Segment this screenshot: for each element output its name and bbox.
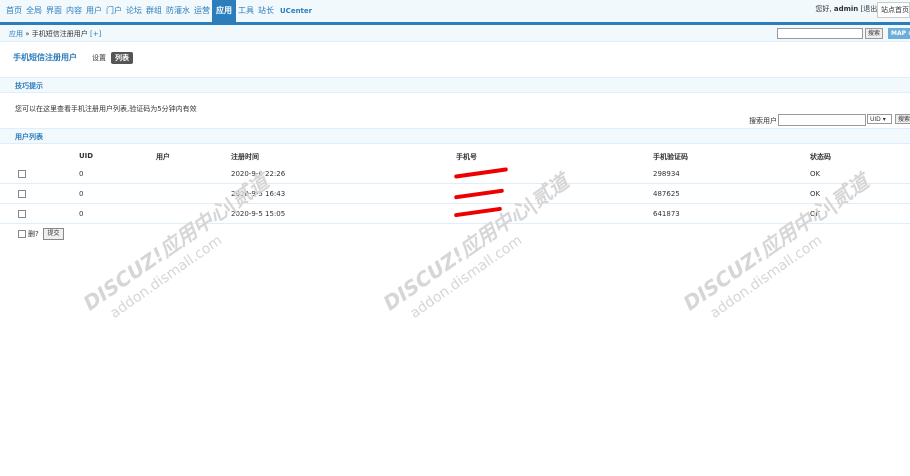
row-checkbox[interactable] [18,170,26,178]
site-home-button[interactable]: 站点首页 [877,2,910,18]
breadcrumb: 应用 » 手机短信注册用户 [+] [9,29,101,39]
nav-item-1[interactable]: 全局 [24,0,44,22]
watermark-line2: addon.dismall.com [107,233,225,322]
watermark-line2: addon.dismall.com [707,233,825,322]
nav-item-7[interactable]: 群组 [144,0,164,22]
user-list-section-header: 用户列表 [0,128,910,144]
time-cell: 2020-9-5 15:05 [231,210,286,218]
redacted-phone-mark [453,206,503,218]
tips-title: 技巧提示 [15,82,43,90]
table-row: 0 2020-9-5 16:43 487625 OK [0,184,910,204]
tips-section-header: 技巧提示 [0,77,910,93]
nav-item-0[interactable]: 首页 [4,0,24,22]
redacted-phone-mark [453,167,509,179]
uid-cell: 0 [79,190,84,198]
nav-item-5[interactable]: 门户 [104,0,124,22]
redacted-phone-mark [453,188,505,200]
breadcrumb-bar: 应用 » 手机短信注册用户 [+] 搜索 MAP ⊕ [0,25,910,42]
user-list-title: 用户列表 [15,133,43,141]
nav-item-2[interactable]: 界面 [44,0,64,22]
status-cell: OK [810,210,821,218]
uid-cell: 0 [79,170,84,178]
search-type-select[interactable]: UID ▾ [867,114,892,124]
column-header-uid: UID [79,152,94,160]
top-navigation-bar: 首页 全局 界面 内容 用户 门户 论坛 群组 防灌水 运营 应用 工具 站长 UCenter 您好, a… [0,0,910,25]
nav-item-8[interactable]: 防灌水 [164,0,192,22]
code-cell: 641873 [653,210,680,218]
time-cell: 2020-9-5 16:43 [231,190,286,198]
column-header-code: 手机验证码 [653,153,688,161]
column-header-status: 状态码 [810,153,831,161]
main-nav: 首页 全局 界面 内容 用户 门户 论坛 群组 防灌水 运营 应用 工具 站长 UCenter [4,0,314,22]
column-header-user: 用户 [156,153,170,161]
breadcrumb-separator: » [23,30,32,38]
row-checkbox[interactable] [18,210,26,218]
nav-item-10[interactable]: 应用 [212,0,236,22]
table-row: 0 2020-9-6 22:26 298934 OK [0,164,910,184]
uid-cell: 0 [79,210,84,218]
page-title: 手机短信注册用户 [13,53,77,62]
search-user-input[interactable] [778,114,866,126]
status-cell: OK [810,190,821,198]
nav-item-9[interactable]: 运营 [192,0,212,22]
top-search-input[interactable] [777,28,863,39]
username: admin [833,5,859,13]
nav-item-13[interactable]: UCenter [278,0,314,22]
nav-item-11[interactable]: 工具 [236,0,256,22]
row-checkbox[interactable] [18,190,26,198]
tips-text: 您可以在这里查看手机注册用户列表,验证码为5分钟内有效 [15,105,197,113]
top-search-button[interactable]: 搜索 [865,28,883,39]
nav-item-6[interactable]: 论坛 [124,0,144,22]
table-row: 0 2020-9-5 15:05 641873 OK [0,204,910,224]
user-info: 您好, admin [退出] [815,4,880,14]
breadcrumb-root[interactable]: 应用 [9,30,23,38]
breadcrumb-current: 手机短信注册用户 [31,30,88,38]
submit-button[interactable]: 提交 [43,228,64,240]
search-button[interactable]: 搜索 [895,114,910,124]
map-button[interactable]: MAP ⊕ [888,28,910,39]
tab-settings[interactable]: 设置 [92,53,106,63]
greeting-text: 您好, [815,5,832,13]
status-cell: OK [810,170,821,178]
search-user-label: 搜索用户 [749,117,777,125]
column-header-phone: 手机号 [456,153,477,161]
delete-checkbox[interactable] [18,230,26,238]
code-cell: 487625 [653,190,680,198]
tab-list[interactable]: 列表 [111,52,133,64]
nav-item-12[interactable]: 站长 [256,0,276,22]
column-header-time: 注册时间 [231,153,259,161]
breadcrumb-add-link[interactable]: [+] [88,30,101,38]
nav-item-4[interactable]: 用户 [84,0,104,22]
delete-label: 删? [28,230,39,238]
watermark-line2: addon.dismall.com [407,233,525,322]
time-cell: 2020-9-6 22:26 [231,170,286,178]
code-cell: 298934 [653,170,680,178]
nav-item-3[interactable]: 内容 [64,0,84,22]
